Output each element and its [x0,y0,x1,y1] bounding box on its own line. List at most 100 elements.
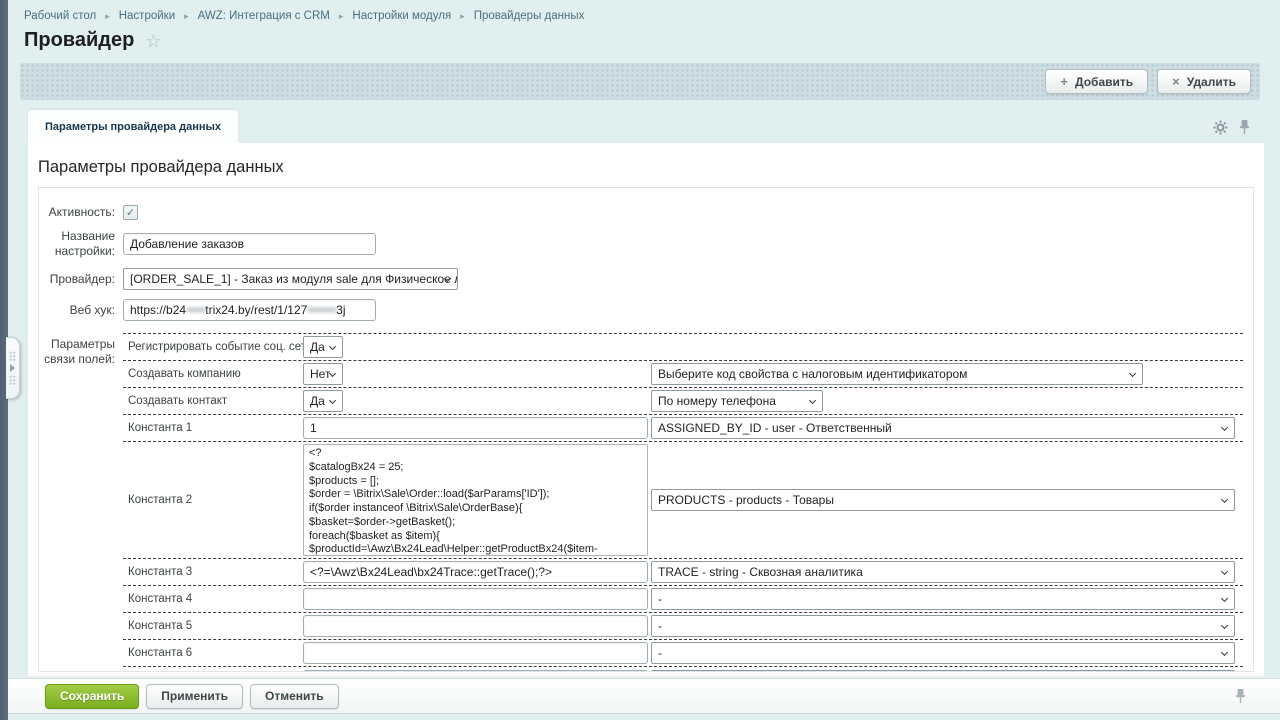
cancel-button[interactable]: Отменить [250,684,339,709]
pin-icon[interactable] [1235,688,1246,704]
handle-dots-top [9,351,16,361]
row-label: Создавать компанию [123,368,303,380]
row-constant-7-clipped [123,666,1243,672]
social-event-select[interactable]: Да [303,336,343,358]
breadcrumb-settings[interactable]: Настройки [119,10,175,22]
footer-action-bar: Сохранить Применить Отменить [8,678,1280,714]
breadcrumb-data-providers[interactable]: Провайдеры данных [474,10,585,22]
field-row-activity: Активность: ✓ [39,205,1253,220]
delete-button-label: Удалить [1187,75,1236,89]
chevron-down-icon [1221,424,1228,431]
sidebar-expand-handle[interactable] [6,337,20,399]
constant-2-textarea[interactable]: <? $catalogBx24 = 25; $products = []; $o… [303,444,648,556]
row-label: Константа 5 [123,620,303,632]
chevron-down-icon [1221,568,1228,575]
pin-icon[interactable] [1239,119,1250,135]
row-constant-4: Константа 4 - [123,585,1243,612]
chevron-down-icon [329,343,336,350]
tab-provider-params[interactable]: Параметры провайдера данных [28,110,238,143]
gear-icon[interactable] [1213,120,1228,135]
row-constant-6: Константа 6 - [123,639,1243,666]
breadcrumb-separator-icon: ▸ [460,11,465,22]
select-value: Да [310,394,325,408]
constant-1-input[interactable] [303,417,648,439]
constant-3-input[interactable] [303,561,648,583]
select-value: PRODUCTS - products - Товары [658,493,834,507]
constant-7-input[interactable] [303,670,648,672]
row-label: Константа 2 [123,494,303,506]
name-input[interactable] [123,233,376,255]
constant-5-field-select[interactable]: - [651,615,1235,637]
tab-content: Параметры провайдера данных Активность: … [28,143,1264,676]
section-heading: Параметры провайдера данных [38,158,1254,177]
check-icon: ✓ [126,206,135,219]
webhook-text: https://b24 [130,303,186,317]
activity-label: Активность: [39,205,115,220]
provider-select-value: [ORDER_SALE_1] - Заказ из модуля sale дл… [130,272,458,286]
constant-5-input[interactable] [303,615,648,637]
row-social-event: Регистрировать событие соц. сети Да [123,333,1243,360]
provider-select[interactable]: [ORDER_SALE_1] - Заказ из модуля sale дл… [123,268,458,290]
select-value: - [658,592,662,606]
contact-match-select[interactable]: По номеру телефона [651,390,823,412]
save-button[interactable]: Сохранить [45,684,139,709]
chevron-down-icon [1221,622,1228,629]
select-value: TRACE - string - Сквозная аналитика [658,565,863,579]
row-constant-2: Константа 2 <? $catalogBx24 = 25; $produ… [123,441,1243,558]
breadcrumb: Рабочий стол ▸ Настройки ▸ AWZ: Интеграц… [24,10,584,22]
create-company-select[interactable]: Нет [303,363,343,385]
constant-1-field-select[interactable]: ASSIGNED_BY_ID - user - Ответственный [651,417,1235,439]
webhook-masked-segment: ••••••••• [307,303,336,317]
webhook-label: Веб хук: [39,303,115,318]
delete-button[interactable]: × Удалить [1157,69,1251,94]
constant-7-field-select[interactable] [651,670,1235,672]
admin-page: Рабочий стол ▸ Настройки ▸ AWZ: Интеграц… [0,0,1280,720]
constant-4-field-select[interactable]: - [651,588,1235,610]
select-value: Нет [310,367,330,381]
x-icon: × [1172,74,1180,89]
tab-icons [1213,119,1250,135]
chevron-down-icon [1221,595,1228,602]
chevron-down-icon [1129,370,1136,377]
select-value: Выберите код свойства с налоговым иденти… [658,367,967,381]
plus-icon: + [1060,74,1068,89]
tabs-row: Параметры провайдера данных [28,110,1264,143]
constant-4-input[interactable] [303,588,648,610]
row-constant-3: Константа 3 TRACE - string - Сквозная ан… [123,558,1243,585]
chevron-down-icon [1221,649,1228,656]
field-row-provider: Провайдер: [ORDER_SALE_1] - Заказ из мод… [39,268,1253,290]
breadcrumb-awz-module[interactable]: AWZ: Интеграция с CRM [198,10,330,22]
favorite-star-icon[interactable]: ☆ [145,32,161,50]
chevron-down-icon [329,397,336,404]
select-value: - [658,646,662,660]
row-label: Константа 4 [123,593,303,605]
row-label: Регистрировать событие соц. сети [123,341,303,353]
webhook-text: trix24.by/rest/1/127 [205,303,307,317]
constant-3-field-select[interactable]: TRACE - string - Сквозная аналитика [651,561,1235,583]
constant-2-field-select[interactable]: PRODUCTS - products - Товары [651,489,1235,511]
context-toolbar: + Добавить × Удалить [20,63,1260,100]
select-value: Да [310,340,325,354]
webhook-input[interactable]: https://b24••••••trix24.by/rest/1/127•••… [123,299,376,321]
row-label: Создавать контакт [123,395,303,407]
name-label: Название настройки: [39,229,115,259]
tax-id-property-select[interactable]: Выберите код свойства с налоговым иденти… [651,363,1143,385]
row-constant-5: Константа 5 - [123,612,1243,639]
row-label: Константа 3 [123,566,303,578]
row-create-contact: Создавать контакт Да По номеру телефона [123,387,1243,414]
row-constant-1: Константа 1 ASSIGNED_BY_ID - user - Отве… [123,414,1243,441]
breadcrumb-module-settings[interactable]: Настройки модуля [352,10,451,22]
select-value: ASSIGNED_BY_ID - user - Ответственный [658,421,892,435]
constant-6-input[interactable] [303,642,648,664]
add-button[interactable]: + Добавить [1045,69,1148,94]
breadcrumb-desktop[interactable]: Рабочий стол [24,10,96,22]
select-value: - [658,619,662,633]
chevron-down-icon [1221,496,1228,503]
field-links-label: Параметры связи полей: [39,337,115,672]
activity-checkbox[interactable]: ✓ [123,205,138,220]
create-contact-select[interactable]: Да [303,390,343,412]
webhook-masked-segment: •••••• [186,303,205,317]
constant-6-field-select[interactable]: - [651,642,1235,664]
form-panel: Активность: ✓ Название настройки: Провай… [38,187,1254,672]
apply-button[interactable]: Применить [146,684,243,709]
